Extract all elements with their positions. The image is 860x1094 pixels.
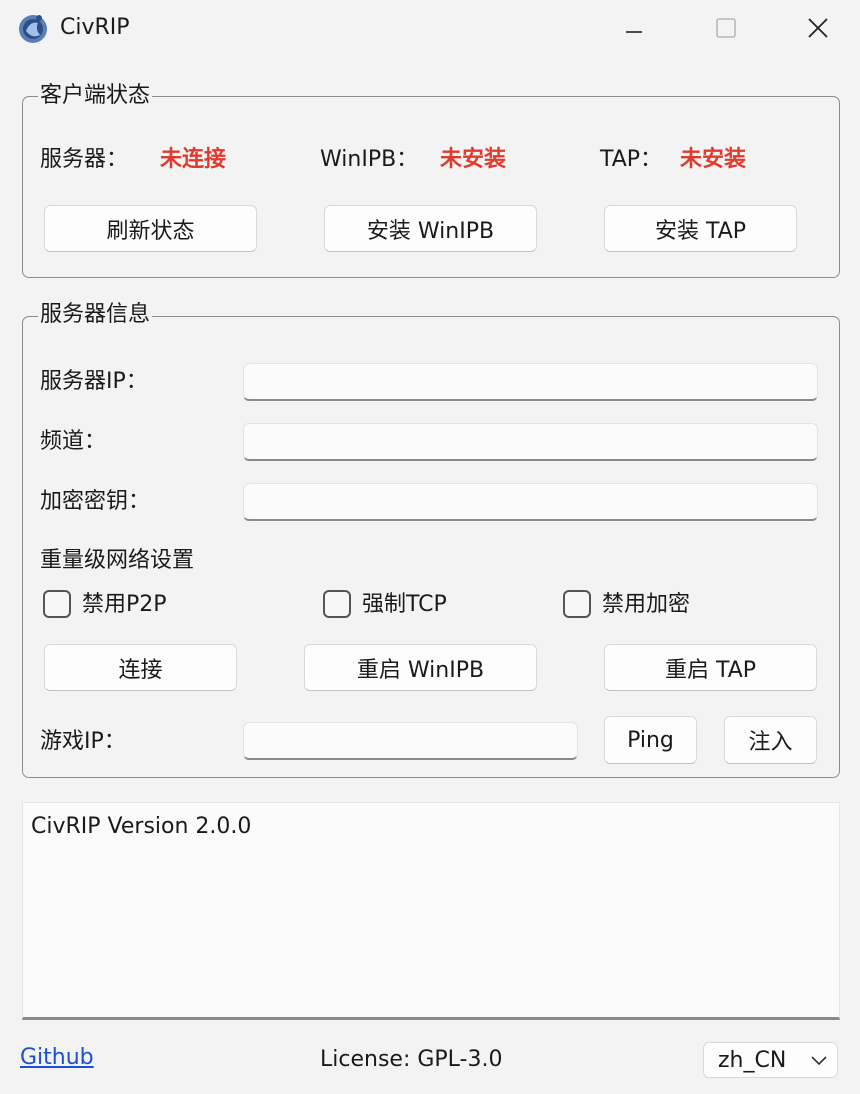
disable-p2p-checkbox[interactable] bbox=[43, 590, 71, 618]
restart-winipb-button[interactable]: 重启 WinIPB bbox=[304, 644, 537, 691]
encryption-key-input[interactable] bbox=[243, 483, 818, 521]
log-output-area[interactable]: CivRIP Version 2.0.0 bbox=[22, 802, 840, 1020]
language-select[interactable]: zh_CN bbox=[703, 1042, 838, 1078]
maximize-button[interactable] bbox=[694, 0, 758, 56]
channel-input[interactable] bbox=[243, 423, 818, 461]
title-bar: CivRIP bbox=[0, 0, 860, 56]
github-link[interactable]: Github bbox=[20, 1044, 94, 1072]
log-text: CivRIP Version 2.0.0 bbox=[31, 814, 252, 839]
game-ip-label: 游戏IP： bbox=[40, 729, 126, 754]
ping-button[interactable]: Ping bbox=[604, 716, 697, 764]
server-info-title: 服务器信息 bbox=[38, 302, 153, 328]
close-button[interactable] bbox=[786, 0, 850, 56]
game-ip-input[interactable] bbox=[243, 722, 578, 760]
heavy-network-settings-label: 重量级网络设置 bbox=[40, 548, 195, 573]
server-status-label: 服务器： bbox=[40, 147, 129, 172]
connect-button[interactable]: 连接 bbox=[44, 644, 237, 691]
force-tcp-label: 强制TCP bbox=[362, 592, 447, 617]
maximize-icon bbox=[716, 18, 736, 38]
restart-tap-button[interactable]: 重启 TAP bbox=[604, 644, 817, 691]
minimize-button[interactable] bbox=[602, 0, 666, 56]
tap-status-value: 未安装 bbox=[680, 147, 747, 172]
language-select-value: zh_CN bbox=[718, 1047, 787, 1073]
inject-button[interactable]: 注入 bbox=[724, 716, 817, 764]
minimize-icon bbox=[626, 31, 642, 33]
client-status-title: 客户端状态 bbox=[38, 83, 153, 109]
force-tcp-checkbox[interactable] bbox=[323, 590, 351, 618]
tap-status-label: TAP： bbox=[600, 147, 663, 172]
app-logo-icon bbox=[16, 11, 50, 45]
server-ip-label: 服务器IP： bbox=[40, 369, 148, 394]
window-title: CivRIP bbox=[60, 15, 130, 40]
disable-p2p-label: 禁用P2P bbox=[82, 592, 167, 617]
server-ip-input[interactable] bbox=[243, 363, 818, 401]
install-winipb-button[interactable]: 安装 WinIPB bbox=[324, 205, 537, 252]
disable-encryption-checkbox[interactable] bbox=[563, 590, 591, 618]
license-text: License: GPL-3.0 bbox=[320, 1047, 503, 1072]
winipb-status-label: WinIPB： bbox=[320, 147, 419, 172]
chevron-down-icon bbox=[811, 1056, 827, 1066]
channel-label: 频道： bbox=[40, 429, 107, 454]
disable-encryption-label: 禁用加密 bbox=[602, 592, 691, 617]
encryption-key-label: 加密密钥： bbox=[40, 489, 151, 514]
close-icon bbox=[808, 18, 828, 38]
server-status-value: 未连接 bbox=[160, 147, 227, 172]
refresh-status-button[interactable]: 刷新状态 bbox=[44, 205, 257, 252]
install-tap-button[interactable]: 安装 TAP bbox=[604, 205, 797, 252]
winipb-status-value: 未安装 bbox=[440, 147, 507, 172]
